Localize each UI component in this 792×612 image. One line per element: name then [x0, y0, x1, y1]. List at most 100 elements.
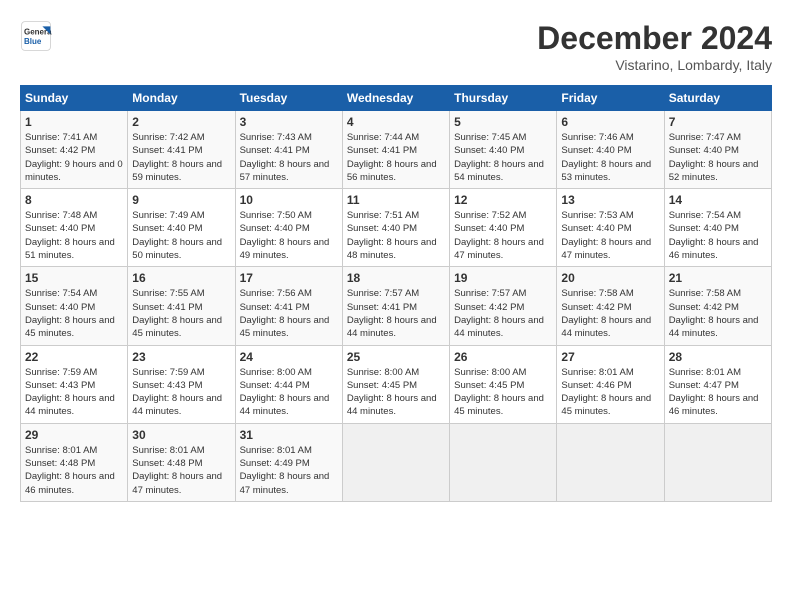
- cell-content: Sunrise: 8:01 AMSunset: 4:49 PMDaylight:…: [240, 444, 338, 497]
- header-day-monday: Monday: [128, 86, 235, 111]
- cell-content: Sunrise: 7:59 AMSunset: 4:43 PMDaylight:…: [132, 366, 230, 419]
- cell-content: Sunrise: 7:54 AMSunset: 4:40 PMDaylight:…: [25, 287, 123, 340]
- calendar-cell: 3 Sunrise: 7:43 AMSunset: 4:41 PMDaylight…: [235, 111, 342, 189]
- day-number: 30: [132, 428, 230, 442]
- day-number: 23: [132, 350, 230, 364]
- calendar-cell: 21 Sunrise: 7:58 AMSunset: 4:42 PMDayligh…: [664, 267, 771, 345]
- cell-content: Sunrise: 8:01 AMSunset: 4:47 PMDaylight:…: [669, 366, 767, 419]
- month-title: December 2024: [537, 20, 772, 57]
- svg-text:Blue: Blue: [24, 37, 42, 46]
- calendar-cell: 24 Sunrise: 8:00 AMSunset: 4:44 PMDayligh…: [235, 345, 342, 423]
- calendar-cell: [557, 423, 664, 501]
- calendar-week-2: 8 Sunrise: 7:48 AMSunset: 4:40 PMDaylight…: [21, 189, 772, 267]
- calendar-week-4: 22 Sunrise: 7:59 AMSunset: 4:43 PMDayligh…: [21, 345, 772, 423]
- cell-content: Sunrise: 7:57 AMSunset: 4:42 PMDaylight:…: [454, 287, 552, 340]
- cell-content: Sunrise: 7:51 AMSunset: 4:40 PMDaylight:…: [347, 209, 445, 262]
- cell-content: Sunrise: 7:58 AMSunset: 4:42 PMDaylight:…: [561, 287, 659, 340]
- calendar-page: General Blue December 2024 Vistarino, Lo…: [0, 0, 792, 612]
- day-number: 9: [132, 193, 230, 207]
- day-number: 14: [669, 193, 767, 207]
- calendar-cell: 23 Sunrise: 7:59 AMSunset: 4:43 PMDayligh…: [128, 345, 235, 423]
- day-number: 5: [454, 115, 552, 129]
- cell-content: Sunrise: 7:58 AMSunset: 4:42 PMDaylight:…: [669, 287, 767, 340]
- cell-content: Sunrise: 7:56 AMSunset: 4:41 PMDaylight:…: [240, 287, 338, 340]
- calendar-cell: 18 Sunrise: 7:57 AMSunset: 4:41 PMDayligh…: [342, 267, 449, 345]
- day-number: 13: [561, 193, 659, 207]
- cell-content: Sunrise: 7:49 AMSunset: 4:40 PMDaylight:…: [132, 209, 230, 262]
- calendar-cell: 7Sunrise: 7:47 AMSunset: 4:40 PMDaylight…: [664, 111, 771, 189]
- cell-content: Sunrise: 7:42 AMSunset: 4:41 PMDaylight:…: [132, 131, 230, 184]
- cell-content: Sunrise: 7:59 AMSunset: 4:43 PMDaylight:…: [25, 366, 123, 419]
- day-number: 8: [25, 193, 123, 207]
- calendar-cell: 30 Sunrise: 8:01 AMSunset: 4:48 PMDayligh…: [128, 423, 235, 501]
- cell-content: Sunrise: 7:57 AMSunset: 4:41 PMDaylight:…: [347, 287, 445, 340]
- calendar-cell: 25Sunrise: 8:00 AMSunset: 4:45 PMDayligh…: [342, 345, 449, 423]
- calendar-cell: 13 Sunrise: 7:53 AMSunset: 4:40 PMDayligh…: [557, 189, 664, 267]
- calendar-cell: 2 Sunrise: 7:42 AMSunset: 4:41 PMDaylight…: [128, 111, 235, 189]
- calendar-cell: 10 Sunrise: 7:50 AMSunset: 4:40 PMDayligh…: [235, 189, 342, 267]
- day-number: 26: [454, 350, 552, 364]
- calendar-cell: 9 Sunrise: 7:49 AMSunset: 4:40 PMDaylight…: [128, 189, 235, 267]
- cell-content: Sunrise: 7:43 AMSunset: 4:41 PMDaylight:…: [240, 131, 338, 184]
- calendar-cell: 1 Sunrise: 7:41 AMSunset: 4:42 PMDaylight…: [21, 111, 128, 189]
- day-number: 18: [347, 271, 445, 285]
- cell-content: Sunrise: 7:50 AMSunset: 4:40 PMDaylight:…: [240, 209, 338, 262]
- calendar-week-5: 29Sunrise: 8:01 AMSunset: 4:48 PMDayligh…: [21, 423, 772, 501]
- day-number: 27: [561, 350, 659, 364]
- day-number: 10: [240, 193, 338, 207]
- calendar-cell: 20 Sunrise: 7:58 AMSunset: 4:42 PMDayligh…: [557, 267, 664, 345]
- calendar-cell: 6Sunrise: 7:46 AMSunset: 4:40 PMDaylight…: [557, 111, 664, 189]
- calendar-cell: 27 Sunrise: 8:01 AMSunset: 4:46 PMDayligh…: [557, 345, 664, 423]
- day-number: 4: [347, 115, 445, 129]
- calendar-table: SundayMondayTuesdayWednesdayThursdayFrid…: [20, 85, 772, 502]
- day-number: 24: [240, 350, 338, 364]
- day-number: 16: [132, 271, 230, 285]
- day-number: 11: [347, 193, 445, 207]
- calendar-cell: 22 Sunrise: 7:59 AMSunset: 4:43 PMDayligh…: [21, 345, 128, 423]
- calendar-cell: 15 Sunrise: 7:54 AMSunset: 4:40 PMDayligh…: [21, 267, 128, 345]
- cell-content: Sunrise: 7:53 AMSunset: 4:40 PMDaylight:…: [561, 209, 659, 262]
- cell-content: Sunrise: 7:44 AMSunset: 4:41 PMDaylight:…: [347, 131, 445, 184]
- calendar-cell: 29Sunrise: 8:01 AMSunset: 4:48 PMDayligh…: [21, 423, 128, 501]
- cell-content: Sunrise: 8:01 AMSunset: 4:48 PMDaylight:…: [25, 444, 123, 497]
- header-day-wednesday: Wednesday: [342, 86, 449, 111]
- day-number: 21: [669, 271, 767, 285]
- cell-content: Sunrise: 7:54 AMSunset: 4:40 PMDaylight:…: [669, 209, 767, 262]
- cell-content: Sunrise: 7:55 AMSunset: 4:41 PMDaylight:…: [132, 287, 230, 340]
- day-number: 1: [25, 115, 123, 129]
- cell-content: Sunrise: 7:41 AMSunset: 4:42 PMDaylight:…: [25, 131, 123, 184]
- calendar-week-1: 1 Sunrise: 7:41 AMSunset: 4:42 PMDaylight…: [21, 111, 772, 189]
- cell-content: Sunrise: 8:01 AMSunset: 4:48 PMDaylight:…: [132, 444, 230, 497]
- day-number: 12: [454, 193, 552, 207]
- header-day-tuesday: Tuesday: [235, 86, 342, 111]
- day-number: 2: [132, 115, 230, 129]
- header-day-saturday: Saturday: [664, 86, 771, 111]
- calendar-week-3: 15 Sunrise: 7:54 AMSunset: 4:40 PMDayligh…: [21, 267, 772, 345]
- cell-content: Sunrise: 8:01 AMSunset: 4:46 PMDaylight:…: [561, 366, 659, 419]
- day-number: 20: [561, 271, 659, 285]
- cell-content: Sunrise: 7:48 AMSunset: 4:40 PMDaylight:…: [25, 209, 123, 262]
- calendar-cell: [342, 423, 449, 501]
- calendar-cell: 14 Sunrise: 7:54 AMSunset: 4:40 PMDayligh…: [664, 189, 771, 267]
- logo: General Blue: [20, 20, 52, 52]
- header-day-friday: Friday: [557, 86, 664, 111]
- calendar-body: 1 Sunrise: 7:41 AMSunset: 4:42 PMDaylight…: [21, 111, 772, 502]
- day-number: 3: [240, 115, 338, 129]
- day-number: 22: [25, 350, 123, 364]
- day-number: 28: [669, 350, 767, 364]
- header-day-sunday: Sunday: [21, 86, 128, 111]
- cell-content: Sunrise: 8:00 AMSunset: 4:45 PMDaylight:…: [454, 366, 552, 419]
- day-number: 25: [347, 350, 445, 364]
- cell-content: Sunrise: 7:47 AMSunset: 4:40 PMDaylight:…: [669, 131, 767, 184]
- calendar-cell: [664, 423, 771, 501]
- calendar-cell: 17Sunrise: 7:56 AMSunset: 4:41 PMDayligh…: [235, 267, 342, 345]
- logo-icon: General Blue: [20, 20, 52, 52]
- calendar-cell: 8 Sunrise: 7:48 AMSunset: 4:40 PMDaylight…: [21, 189, 128, 267]
- calendar-cell: [450, 423, 557, 501]
- day-number: 15: [25, 271, 123, 285]
- cell-content: Sunrise: 8:00 AMSunset: 4:44 PMDaylight:…: [240, 366, 338, 419]
- header-day-thursday: Thursday: [450, 86, 557, 111]
- day-number: 19: [454, 271, 552, 285]
- cell-content: Sunrise: 7:46 AMSunset: 4:40 PMDaylight:…: [561, 131, 659, 184]
- calendar-cell: 16 Sunrise: 7:55 AMSunset: 4:41 PMDayligh…: [128, 267, 235, 345]
